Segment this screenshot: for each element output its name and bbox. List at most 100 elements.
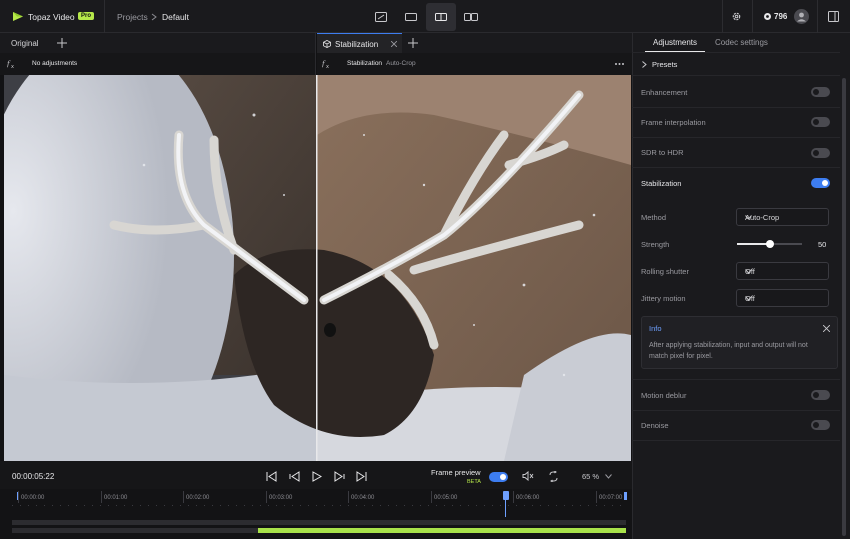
rolling-shutter-select[interactable]: Off bbox=[736, 262, 829, 280]
tab-codec-settings[interactable]: Codec settings bbox=[715, 38, 768, 47]
tick-label: 00:07:00 bbox=[599, 495, 623, 501]
processed-range bbox=[258, 528, 626, 533]
chevron-down-icon[interactable] bbox=[605, 474, 612, 479]
frame-preview-label: Frame preview bbox=[431, 468, 481, 477]
toggle-panel-icon[interactable] bbox=[828, 11, 839, 22]
tab-original[interactable]: Original bbox=[11, 39, 39, 48]
side-by-side-icon bbox=[464, 13, 478, 21]
zoom-level[interactable]: 65 % bbox=[582, 472, 599, 481]
step-forward-icon[interactable] bbox=[334, 471, 345, 482]
sdr-to-hdr-toggle[interactable] bbox=[811, 148, 830, 158]
denoise-label: Denoise bbox=[641, 421, 669, 430]
tick-label: 00:02:00 bbox=[186, 495, 210, 501]
strength-slider-thumb[interactable] bbox=[766, 240, 774, 248]
motion-deblur-toggle[interactable] bbox=[811, 390, 830, 400]
view-compare-slider-button[interactable] bbox=[366, 3, 396, 31]
breadcrumb-projects[interactable]: Projects bbox=[117, 12, 148, 22]
enhancement-toggle[interactable] bbox=[811, 87, 830, 97]
close-icon[interactable] bbox=[823, 325, 830, 332]
ruler-minor-ticks bbox=[12, 505, 626, 506]
rolling-shutter-label: Rolling shutter bbox=[641, 267, 689, 276]
view-side-by-side-button[interactable] bbox=[456, 3, 486, 31]
top-bar: Topaz Video Pro Projects Default 796 bbox=[0, 0, 850, 33]
add-tab-icon[interactable] bbox=[57, 38, 67, 48]
credits-count: 796 bbox=[774, 12, 788, 21]
frame-interpolation-toggle[interactable] bbox=[811, 117, 830, 127]
tab-stabilization-bar: Stabilization bbox=[317, 33, 632, 53]
enhancement-label: Enhancement bbox=[641, 88, 688, 97]
info-callout: Info After applying stabilization, input… bbox=[641, 316, 838, 369]
frame-interpolation-label: Frame interpolation bbox=[641, 118, 706, 127]
playhead-handle[interactable] bbox=[503, 491, 509, 500]
cube-icon bbox=[323, 40, 331, 48]
out-marker[interactable] bbox=[624, 492, 627, 500]
info-text: After applying stabilization, input and … bbox=[649, 342, 808, 360]
method-label: Method bbox=[641, 213, 667, 222]
current-timecode: 00:00:05:22 bbox=[12, 472, 55, 481]
tab-adjustments[interactable]: Adjustments bbox=[653, 38, 697, 47]
jittery-motion-select[interactable]: Off bbox=[736, 289, 829, 307]
credits-icon bbox=[764, 13, 771, 20]
svg-text:x: x bbox=[326, 64, 329, 68]
skip-to-start-icon[interactable] bbox=[266, 471, 277, 482]
method-select[interactable]: Auto-Crop bbox=[736, 208, 829, 226]
chevron-down-icon bbox=[745, 267, 822, 276]
jittery-motion-label: Jittery motion bbox=[641, 294, 686, 303]
mute-speaker-icon[interactable] bbox=[522, 471, 534, 481]
play-icon[interactable] bbox=[312, 471, 322, 482]
slider-view-icon bbox=[375, 12, 387, 22]
original-track bbox=[12, 520, 626, 525]
original-viewer-header: fx No adjustments bbox=[0, 53, 316, 75]
split-view-icon bbox=[435, 13, 447, 21]
tab-stabilization[interactable]: Stabilization bbox=[317, 33, 402, 53]
presets-section[interactable]: Presets bbox=[652, 60, 677, 69]
timeline-tracks[interactable] bbox=[0, 517, 632, 539]
app-title: Topaz Video bbox=[28, 12, 75, 22]
tab-stabilization-label: Stabilization bbox=[335, 40, 379, 49]
frame-preview-toggle[interactable] bbox=[489, 472, 508, 482]
stabilization-toggle[interactable] bbox=[811, 178, 830, 188]
strength-value: 50 bbox=[818, 240, 827, 249]
denoise-toggle[interactable] bbox=[811, 420, 830, 430]
topaz-logo-icon bbox=[12, 11, 24, 22]
compare-loop-icon[interactable] bbox=[548, 471, 559, 482]
view-single-button[interactable] bbox=[396, 3, 426, 31]
tick-label: 00:04:00 bbox=[351, 495, 375, 501]
function-icon: fx bbox=[7, 59, 16, 68]
tick-label: 00:06:00 bbox=[516, 495, 540, 501]
elk-in-snow-frame bbox=[4, 75, 631, 461]
panel-scrollbar[interactable] bbox=[842, 78, 846, 536]
tick-label: 00:05:00 bbox=[434, 495, 458, 501]
stabilization-label: Stabilization bbox=[347, 60, 383, 67]
stabilization-viewer-header: fx Stabilization Auto-Crop bbox=[317, 53, 632, 75]
timeline-ruler[interactable]: 00:00:00 00:01:00 00:02:00 00:03:00 00:0… bbox=[0, 489, 632, 517]
stabilization-mode: Auto-Crop bbox=[386, 60, 416, 67]
tab-original-bar: Original bbox=[0, 33, 316, 53]
adjustments-panel bbox=[632, 33, 850, 539]
skip-to-end-icon[interactable] bbox=[356, 471, 367, 482]
tick-label: 00:01:00 bbox=[104, 495, 128, 501]
user-avatar[interactable] bbox=[794, 9, 809, 24]
more-options-icon[interactable] bbox=[615, 63, 624, 65]
chevron-down-icon bbox=[745, 294, 822, 303]
stabilization-label: Stabilization bbox=[641, 179, 682, 188]
adjustments-summary: No adjustments bbox=[32, 60, 78, 67]
add-tab-icon[interactable] bbox=[408, 38, 418, 48]
settings-gear-icon[interactable] bbox=[731, 11, 742, 22]
breadcrumb-current[interactable]: Default bbox=[162, 12, 189, 22]
sdr-to-hdr-label: SDR to HDR bbox=[641, 148, 684, 157]
chevron-down-icon bbox=[745, 213, 822, 222]
chevron-right-icon[interactable] bbox=[642, 61, 647, 68]
chevron-right-icon bbox=[151, 13, 157, 21]
single-view-icon bbox=[405, 13, 417, 21]
view-split-button[interactable] bbox=[426, 3, 456, 31]
step-back-icon[interactable] bbox=[289, 471, 300, 482]
video-preview[interactable] bbox=[4, 75, 631, 461]
tick-label: 00:03:00 bbox=[269, 495, 293, 501]
playback-controls: 00:00:05:22 Frame preview BETA 65 % bbox=[0, 461, 632, 489]
beta-label: BETA bbox=[467, 479, 481, 485]
pro-badge: Pro bbox=[78, 12, 95, 20]
tick-label: 00:00:00 bbox=[21, 495, 45, 501]
motion-deblur-label: Motion deblur bbox=[641, 391, 687, 400]
close-tab-icon[interactable] bbox=[391, 41, 397, 47]
